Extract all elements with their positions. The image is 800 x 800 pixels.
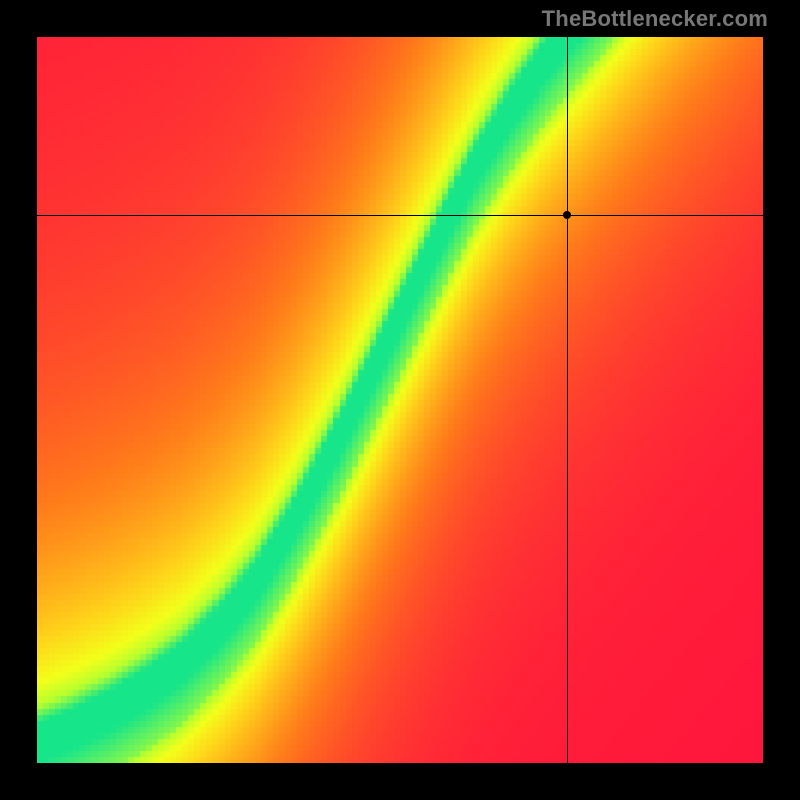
watermark-text: TheBottlenecker.com	[542, 6, 768, 32]
heatmap-canvas	[37, 37, 763, 763]
heatmap-plot	[37, 37, 763, 763]
chart-stage: TheBottlenecker.com	[0, 0, 800, 800]
